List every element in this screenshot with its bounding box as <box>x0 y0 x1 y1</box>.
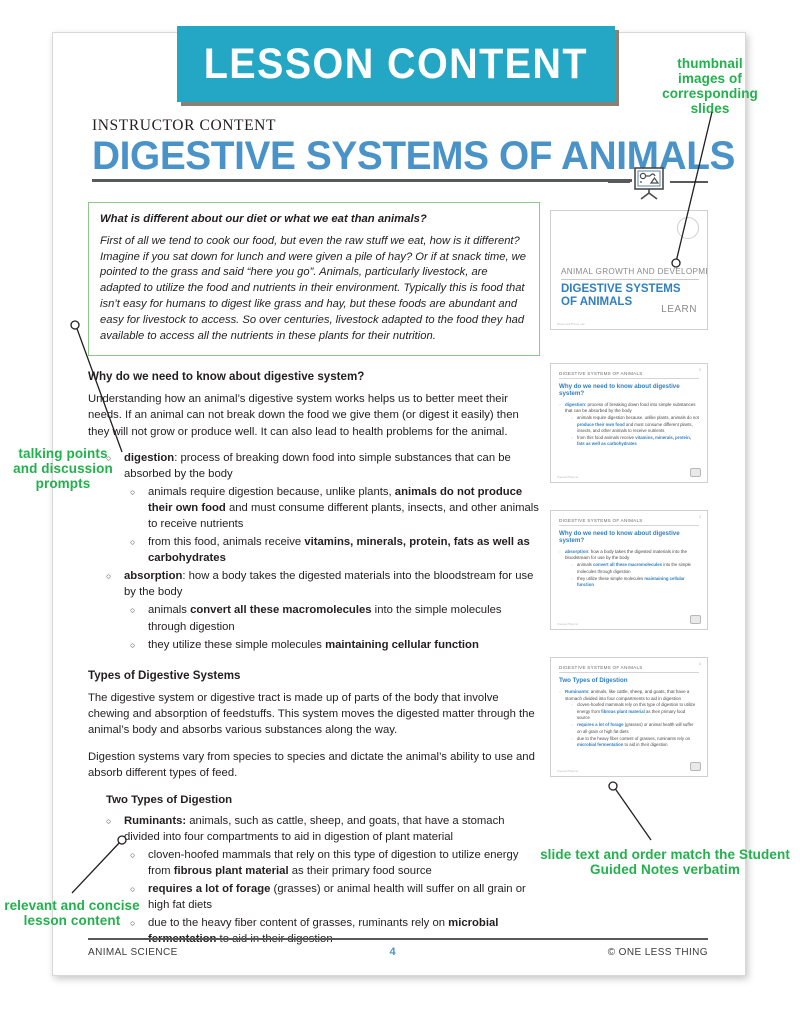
slide-subbullet: from this food animals receive vitamins,… <box>571 435 699 448</box>
discussion-callout: What is different about our diet or what… <box>88 202 540 357</box>
title-divider-left-segment <box>608 181 630 183</box>
slide-kicker: DIGESTIVE SYSTEMS OF ANIMALS <box>559 518 699 526</box>
slide-subbullet: cloven-hoofed mammals rely on this type … <box>571 702 699 721</box>
bullet-list-why: digestion: process of breaking down food… <box>106 450 540 654</box>
bullet-item: digestion: process of breaking down food… <box>106 450 540 482</box>
slide1-kicker: ANIMAL GROWTH AND DEVELOPMENT <box>561 267 708 276</box>
section-paragraph-why: Understanding how an animal’s digestive … <box>88 393 519 438</box>
callout-question: What is different about our diet or what… <box>100 213 427 225</box>
slide-bullet: absorption: how a body takes the digeste… <box>559 549 699 589</box>
slide-inner: 4 DIGESTIVE SYSTEMS OF ANIMALS Two Types o… <box>551 658 707 776</box>
bullet-subitem: they utilize these simple molecules main… <box>130 637 540 654</box>
slide-subbullet: animals require digestion because, unlik… <box>571 415 699 434</box>
annotation-thumbnails: thumbnail images of corresponding slides <box>662 56 758 117</box>
bullet-subitem: cloven-hoofed mammals that rely on this … <box>130 847 540 879</box>
bullet-sublist: animals convert all these macromolecules… <box>130 602 540 654</box>
bullet-sublist: cloven-hoofed mammals that rely on this … <box>130 847 540 947</box>
subheading-two-types: Two Types of Digestion <box>106 793 233 806</box>
slide-number: 3 <box>699 515 701 519</box>
bullet-subitem: animals require digestion because, unlik… <box>130 484 540 532</box>
section-paragraph-types-2: Digestion systems vary from species to s… <box>88 750 535 780</box>
slide-bullet-list: digestion: process of breaking down food… <box>559 402 699 448</box>
slide-subbullet: animals convert all these macromolecules… <box>571 562 699 575</box>
slide-heading: Two Types of Digestion <box>559 677 628 684</box>
slide-thumbnail-2[interactable]: 2 DIGESTIVE SYSTEMS OF ANIMALS Why do we n… <box>550 363 708 483</box>
bullet-item: absorption: how a body takes the digeste… <box>106 568 540 600</box>
slide-footer: OneLessThing.net <box>557 770 579 773</box>
printer-icon <box>690 615 701 624</box>
title-block: INSTRUCTOR CONTENT DIGESTIVE SYSTEMS OF … <box>92 117 736 178</box>
slide-subbullet: due to the heavy fiber content of grasse… <box>571 736 699 749</box>
page-footer: ANIMAL SCIENCE 4 © ONE LESS THING <box>88 946 708 958</box>
brand-logo-icon <box>677 217 699 239</box>
slide-bullet-sublist: animals convert all these macromolecules… <box>571 562 699 588</box>
slide-number: 4 <box>699 662 701 666</box>
section-paragraph-types-1: The digestive system or digestive tract … <box>88 691 535 737</box>
bullet-item: Ruminants: animals, such as cattle, shee… <box>106 813 540 845</box>
slide-thumbnail-3[interactable]: 3 DIGESTIVE SYSTEMS OF ANIMALS Why do we n… <box>550 510 708 630</box>
section-heading-why: Why do we need to know about digestive s… <box>88 370 365 384</box>
bullet-subitem: animals convert all these macromolecules… <box>130 602 540 634</box>
page-title: DIGESTIVE SYSTEMS OF ANIMALS <box>92 133 736 178</box>
slide-bullet: Ruminants: animals, like cattle, sheep, … <box>559 689 699 749</box>
bullet-subitem: due to the heavy fiber content of grasse… <box>130 915 540 947</box>
eyebrow-label: INSTRUCTOR CONTENT <box>92 117 277 134</box>
easel-presentation-icon <box>634 167 664 200</box>
slide-footer: OneLessThing.net <box>557 476 579 479</box>
bullet-subitem: from this food, animals receive vitamins… <box>130 534 540 566</box>
annotation-talking-points: talking points and discussion prompts <box>13 446 113 492</box>
slide-bullet-list: absorption: how a body takes the digeste… <box>559 549 699 589</box>
slide-inner: 3 DIGESTIVE SYSTEMS OF ANIMALS Why do we n… <box>551 511 707 629</box>
slide1-divider <box>561 279 699 280</box>
slide-kicker: DIGESTIVE SYSTEMS OF ANIMALS <box>559 665 699 673</box>
printer-icon <box>690 468 701 477</box>
page-number: 4 <box>389 946 396 958</box>
bullet-sublist: animals require digestion because, unlik… <box>130 484 540 566</box>
annotation-slide-match: slide text and order match the Student G… <box>540 847 790 878</box>
bullet-subitem: requires a lot of forage (grasses) or an… <box>130 881 540 913</box>
slide-thumbnail-4[interactable]: 4 DIGESTIVE SYSTEMS OF ANIMALS Two Types o… <box>550 657 708 777</box>
slide-subbullet: requires a lot of forage (grasses) or an… <box>571 722 699 735</box>
footer-divider <box>88 938 708 940</box>
slide1-cta: LEARN <box>661 304 697 315</box>
slide-inner: 2 DIGESTIVE SYSTEMS OF ANIMALS Why do we n… <box>551 364 707 482</box>
annotation-relevant-content: relevant and concise lesson content <box>4 898 140 929</box>
slide1-footer: OneLessThing.net <box>557 322 585 326</box>
slide-bullet-sublist: cloven-hoofed mammals rely on this type … <box>571 702 699 748</box>
footer-right-label: © ONE LESS THING <box>607 946 708 958</box>
printer-icon <box>690 762 701 771</box>
slide-bullet: digestion: process of breaking down food… <box>559 402 699 448</box>
lesson-content-banner: LESSON CONTENT <box>177 26 615 102</box>
footer-left-label: ANIMAL SCIENCE <box>88 946 178 958</box>
slide-bullet-sublist: animals require digestion because, unlik… <box>571 415 699 448</box>
slide-footer: OneLessThing.net <box>557 623 579 626</box>
title-divider-right-segment <box>670 181 708 183</box>
callout-answer: First of all we tend to cook our food, b… <box>100 234 526 343</box>
bullet-list-types: Ruminants: animals, such as cattle, shee… <box>106 813 540 947</box>
slide-kicker: DIGESTIVE SYSTEMS OF ANIMALS <box>559 371 699 379</box>
section-heading-types: Types of Digestive Systems <box>88 668 241 682</box>
slide-number: 2 <box>699 368 701 372</box>
slide-bullet-list: Ruminants: animals, like cattle, sheep, … <box>559 689 699 749</box>
slide-heading: Why do we need to know about digestive s… <box>559 530 680 544</box>
slide-thumbnail-1[interactable]: ANIMAL GROWTH AND DEVELOPMENT DIGESTIVE … <box>550 210 708 330</box>
lesson-content-column: What is different about our diet or what… <box>88 202 540 949</box>
banner-label: LESSON CONTENT <box>203 39 589 88</box>
title-divider <box>92 179 632 182</box>
slide-subbullet: they utilize these simple molecules main… <box>571 576 699 589</box>
slide-heading: Why do we need to know about digestive s… <box>559 383 680 397</box>
